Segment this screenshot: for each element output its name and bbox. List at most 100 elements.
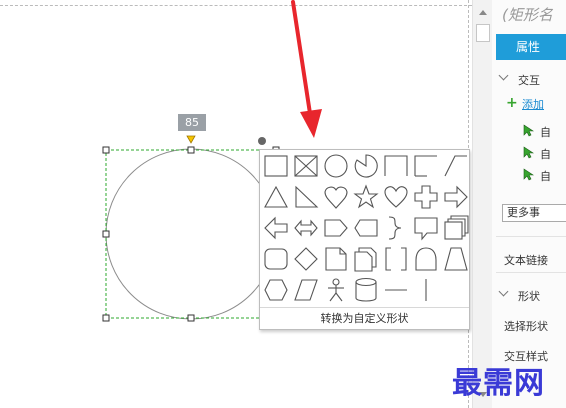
chevron-down-icon[interactable] bbox=[498, 70, 509, 81]
shape-option-parallelogram-cut[interactable] bbox=[441, 151, 471, 181]
rectangle-crossed-icon bbox=[294, 155, 318, 177]
chevron-down-icon[interactable] bbox=[498, 286, 509, 297]
shape-option-star[interactable] bbox=[351, 182, 381, 212]
shape-option-arrow-right[interactable] bbox=[441, 182, 471, 212]
shape-option-brace-right[interactable] bbox=[381, 213, 411, 243]
stick-figure-icon bbox=[328, 278, 344, 302]
shape-option-trapezoid[interactable] bbox=[441, 244, 471, 274]
pie-icon bbox=[354, 154, 378, 178]
hexagon-icon bbox=[264, 279, 288, 301]
divider bbox=[496, 236, 566, 237]
select-shape-label[interactable]: 选择形状 bbox=[504, 318, 548, 334]
text-link-label[interactable]: 文本链接 bbox=[504, 252, 548, 268]
shape-option-brackets[interactable] bbox=[381, 244, 411, 274]
shape-option-cross[interactable] bbox=[411, 182, 441, 212]
convert-to-custom-shape-button[interactable]: 转换为自定义形状 bbox=[260, 307, 469, 329]
rectangle-cut-corner-icon bbox=[384, 155, 408, 176]
event-cursor-icon bbox=[523, 146, 534, 159]
star-icon bbox=[353, 184, 379, 209]
cross-icon bbox=[414, 185, 438, 209]
shape-option-diamond[interactable] bbox=[291, 244, 321, 274]
shape-option-hexagon[interactable] bbox=[261, 275, 291, 305]
shape-picker-popup: 转换为自定义形状 bbox=[259, 149, 470, 330]
shape-option-multi-document[interactable] bbox=[351, 244, 381, 274]
shape-option-vertical-line[interactable] bbox=[411, 275, 441, 305]
triangle-icon bbox=[264, 185, 288, 208]
circle-shape[interactable] bbox=[105, 148, 277, 320]
event-item[interactable]: 自 bbox=[540, 124, 551, 140]
section-shape[interactable]: 形状 bbox=[518, 288, 540, 304]
callout-icon bbox=[414, 217, 438, 241]
design-canvas[interactable]: 85 转换为自定义形状 bbox=[0, 0, 472, 408]
ellipse-icon bbox=[324, 154, 348, 178]
shape-option-rounded-rectangle[interactable] bbox=[261, 244, 291, 274]
brace-right-icon bbox=[388, 216, 402, 240]
add-interaction-link[interactable]: 添加 bbox=[522, 96, 544, 112]
slanted-parallelogram-icon bbox=[294, 279, 318, 301]
shape-option-callout[interactable] bbox=[411, 213, 441, 243]
vertical-line-icon bbox=[425, 279, 427, 301]
cylinder-icon bbox=[355, 277, 377, 302]
shape-option-slanted-parallelogram[interactable] bbox=[291, 275, 321, 305]
arrow-double-icon bbox=[294, 219, 318, 237]
pentagon-tag-icon bbox=[324, 219, 348, 237]
shape-option-horizontal-line[interactable] bbox=[381, 275, 411, 305]
arrow-right-icon bbox=[444, 185, 468, 209]
heart-icon bbox=[384, 186, 408, 208]
event-item[interactable]: 自 bbox=[540, 168, 551, 184]
shape-option-rectangle-single-cut[interactable] bbox=[411, 151, 441, 181]
shape-grid bbox=[260, 150, 471, 306]
hexagon-tag-icon bbox=[354, 219, 378, 237]
scroll-up-arrow-icon[interactable] bbox=[479, 10, 487, 15]
pointer-arrow-annotation bbox=[291, 0, 322, 138]
shape-option-right-triangle[interactable] bbox=[291, 182, 321, 212]
resize-handle-bottom[interactable] bbox=[187, 314, 195, 322]
watermark-logo: 最需网 bbox=[452, 366, 545, 401]
shape-option-hexagon-tag[interactable] bbox=[351, 213, 381, 243]
tab-properties[interactable]: 属性 bbox=[496, 34, 566, 60]
shape-option-rectangle-cut-corner[interactable] bbox=[381, 151, 411, 181]
rectangle-single-cut-icon bbox=[414, 155, 437, 177]
event-item[interactable]: 自 bbox=[540, 146, 551, 162]
shape-option-bell-arch[interactable] bbox=[411, 244, 441, 274]
shape-option-arrow-left[interactable] bbox=[261, 213, 291, 243]
shape-option-cylinder[interactable] bbox=[351, 275, 381, 305]
trapezoid-icon bbox=[444, 247, 468, 271]
selection-box bbox=[105, 149, 277, 319]
shape-option-triangle[interactable] bbox=[261, 182, 291, 212]
heart-drop-icon bbox=[324, 186, 348, 209]
shape-option-rectangle[interactable] bbox=[261, 151, 291, 181]
shape-option-pie[interactable] bbox=[351, 151, 381, 181]
shape-option-pentagon-tag[interactable] bbox=[321, 213, 351, 243]
stacked-pages-icon bbox=[444, 215, 469, 240]
shape-option-document[interactable] bbox=[321, 244, 351, 274]
section-interaction[interactable]: 交互 bbox=[518, 72, 540, 88]
multi-document-icon bbox=[354, 247, 377, 272]
brackets-icon bbox=[385, 247, 407, 271]
panel-content: (矩形名 属性 交互 + 添加 自 自 自 更多事 文本链接 形状 选择形状 交… bbox=[492, 0, 566, 408]
event-cursor-icon bbox=[523, 168, 534, 181]
shape-option-rectangle-crossed[interactable] bbox=[291, 151, 321, 181]
shape-option-stick-figure[interactable] bbox=[321, 275, 351, 305]
document-icon bbox=[325, 247, 347, 271]
event-cursor-icon bbox=[523, 124, 534, 137]
right-property-panel: (矩形名 属性 交互 + 添加 自 自 自 更多事 文本链接 形状 选择形状 交… bbox=[472, 0, 566, 408]
panel-scrollbar[interactable] bbox=[472, 0, 492, 408]
shape-option-heart-drop[interactable] bbox=[321, 182, 351, 212]
shape-option-arrow-double[interactable] bbox=[291, 213, 321, 243]
shape-option-stacked-pages[interactable] bbox=[441, 213, 471, 243]
parallelogram-cut-icon bbox=[444, 155, 467, 177]
shape-option-ellipse[interactable] bbox=[321, 151, 351, 181]
resize-handle-left[interactable] bbox=[102, 230, 110, 238]
horizontal-line-icon bbox=[385, 289, 407, 291]
diamond-icon bbox=[294, 247, 318, 271]
bell-arch-icon bbox=[415, 247, 437, 271]
resize-handle-bottom-left[interactable] bbox=[102, 314, 110, 322]
plus-icon[interactable]: + bbox=[506, 96, 518, 110]
rectangle-icon bbox=[264, 155, 288, 177]
divider bbox=[496, 272, 566, 273]
more-events-dropdown[interactable]: 更多事 bbox=[502, 204, 566, 222]
shape-option-heart[interactable] bbox=[381, 182, 411, 212]
right-triangle-icon bbox=[295, 185, 319, 208]
scroll-thumb[interactable] bbox=[476, 24, 490, 42]
